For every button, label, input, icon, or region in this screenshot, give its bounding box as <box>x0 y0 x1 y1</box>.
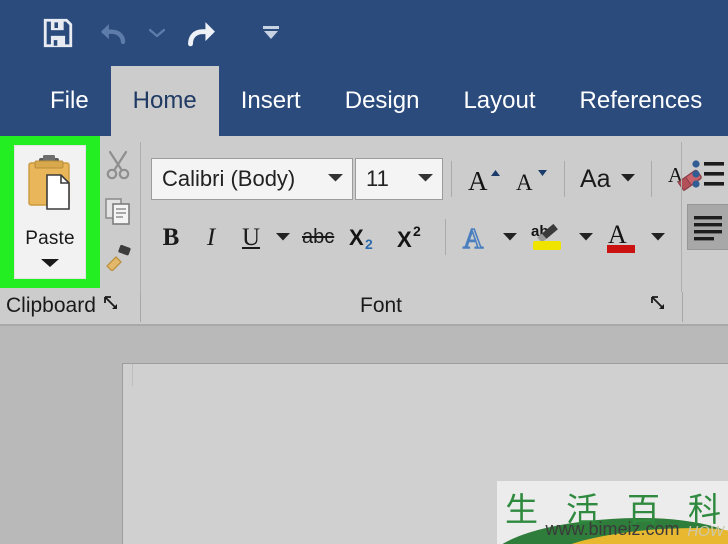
copy-icon[interactable] <box>97 188 139 234</box>
strikethrough-label: abc <box>302 226 335 248</box>
font-row-two: B I U abc X 2 X 2 A ab A <box>151 214 670 260</box>
text-highlight-dropdown-icon[interactable] <box>574 214 598 260</box>
cut-icon[interactable] <box>97 142 139 188</box>
underline-dropdown-icon[interactable] <box>271 214 295 260</box>
text-highlight-icon[interactable]: ab <box>522 214 574 260</box>
svg-text:2: 2 <box>365 236 373 252</box>
redo-icon[interactable] <box>172 8 228 58</box>
watermark: 生 活 百 科 www.bimeiz.com HOW <box>497 481 728 544</box>
svg-text:A: A <box>608 220 627 249</box>
group-label-clipboard: Clipboard <box>6 288 120 324</box>
clipboard-paste-icon <box>21 155 79 222</box>
svg-text:A: A <box>463 224 484 253</box>
svg-text:A: A <box>468 166 488 194</box>
shrink-font-icon[interactable]: A <box>508 156 556 202</box>
change-case-icon[interactable]: Aa <box>573 156 643 202</box>
title-bar <box>0 0 728 66</box>
group-separator <box>140 142 141 292</box>
tab-insert[interactable]: Insert <box>219 66 323 136</box>
toolbar-separator <box>564 161 565 197</box>
tab-layout[interactable]: Layout <box>441 66 557 136</box>
watermark-corner-text: HOW <box>687 523 724 540</box>
group-label-font: Font <box>360 288 402 324</box>
tab-file[interactable]: File <box>28 66 111 136</box>
toolbar-separator <box>445 219 447 255</box>
toolbar-separator <box>650 161 652 197</box>
label-separator <box>682 292 683 322</box>
page-corner-mark <box>123 364 133 386</box>
font-dialog-launcher <box>650 288 667 324</box>
underline-icon[interactable]: U <box>231 214 271 260</box>
grow-font-icon[interactable]: A <box>460 156 508 202</box>
paste-button-label: Paste <box>25 228 75 249</box>
font-name-combobox[interactable]: Calibri (Body) <box>151 158 353 200</box>
toolbar-separator <box>451 161 452 197</box>
ribbon-tab-strip: File Home Insert Design Layout Reference… <box>0 66 728 136</box>
tab-design[interactable]: Design <box>323 66 442 136</box>
svg-text:X: X <box>397 227 412 252</box>
align-justify-icon[interactable] <box>687 204 728 250</box>
clipboard-dialog-launcher-icon[interactable] <box>103 294 120 318</box>
font-color-icon[interactable]: A <box>598 214 646 260</box>
clipboard-tools <box>97 142 139 280</box>
font-size-value: 11 <box>366 166 389 191</box>
bullets-icon[interactable] <box>689 152 728 196</box>
strikethrough-icon[interactable]: abc <box>295 214 341 260</box>
undo-icon[interactable] <box>86 8 142 58</box>
tab-home[interactable]: Home <box>110 66 219 136</box>
svg-text:A: A <box>516 170 533 194</box>
format-painter-icon[interactable] <box>97 234 139 280</box>
tab-references[interactable]: References <box>558 66 725 136</box>
underline-label: U <box>241 223 261 251</box>
label-separator <box>140 292 141 322</box>
text-effects-dropdown-icon[interactable] <box>498 214 522 260</box>
change-case-label: Aa <box>580 164 611 193</box>
chevron-down-icon[interactable] <box>317 170 348 188</box>
svg-text:2: 2 <box>413 223 421 239</box>
undo-dropdown-icon[interactable] <box>142 8 172 58</box>
group-label-font-text: Font <box>360 294 403 317</box>
chevron-down-icon[interactable] <box>40 256 60 274</box>
chevron-down-icon[interactable] <box>407 170 438 188</box>
font-color-dropdown-icon[interactable] <box>646 214 670 260</box>
group-separator <box>681 142 682 292</box>
customize-qat-icon[interactable] <box>256 8 286 58</box>
italic-label: I <box>206 223 216 251</box>
group-label-clipboard-text: Clipboard <box>6 294 96 317</box>
word-window: File Home Insert Design Layout Reference… <box>0 0 728 544</box>
save-icon[interactable] <box>30 8 86 58</box>
font-size-combobox[interactable]: 11 <box>355 158 443 200</box>
chevron-down-icon[interactable] <box>620 170 636 188</box>
ribbon-group-labels: Clipboard Font <box>0 288 728 324</box>
bold-icon[interactable]: B <box>151 214 191 260</box>
subscript-icon[interactable]: X 2 <box>341 214 389 260</box>
quick-access-toolbar <box>30 8 286 58</box>
text-effects-icon[interactable]: A <box>454 214 498 260</box>
font-row-one: Calibri (Body) 11 A A Aa A <box>151 156 714 202</box>
font-dialog-launcher-icon[interactable] <box>650 294 667 318</box>
bold-label: B <box>162 223 180 251</box>
paste-button[interactable]: Paste <box>14 145 86 279</box>
superscript-icon[interactable]: X 2 <box>389 214 437 260</box>
svg-text:X: X <box>349 225 364 250</box>
italic-icon[interactable]: I <box>191 214 231 260</box>
ribbon: Paste Calibri (Body) 11 A A Aa A B I U a… <box>0 136 728 326</box>
font-name-value: Calibri (Body) <box>162 166 296 191</box>
